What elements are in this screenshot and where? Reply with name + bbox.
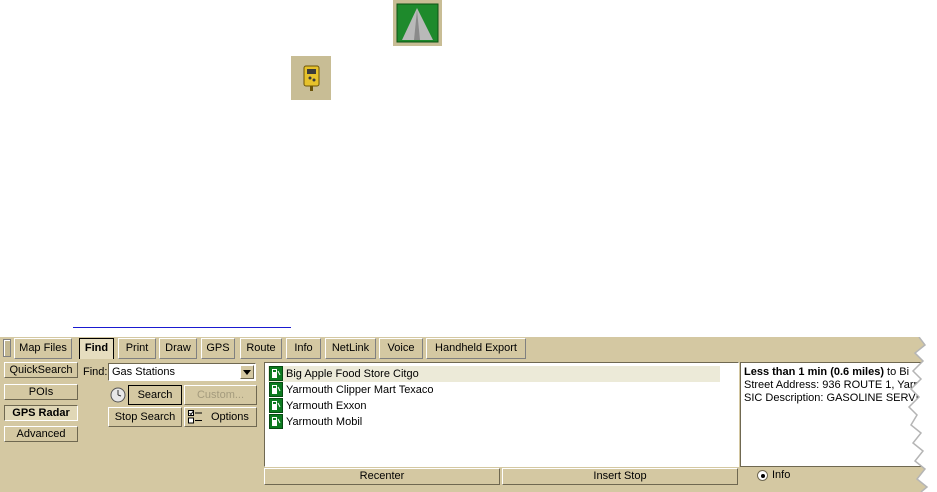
tab-map-files[interactable]: Map Files [14,338,72,359]
info-title-bold: Less than 1 min (0.6 miles) [744,366,884,378]
result-name: Big Apple Food Store Citgo [286,368,419,380]
tab-draw[interactable]: Draw [159,338,197,359]
gas-pump-icon [269,382,283,397]
tab-gps[interactable]: GPS [201,338,235,359]
stop-search-button[interactable]: Stop Search [108,407,182,427]
recenter-button[interactable]: Recenter [264,468,500,485]
torn-edge [907,337,937,492]
options-button[interactable]: Options [184,407,257,427]
panel-grip[interactable] [3,339,11,357]
tab-info[interactable]: Info [286,338,321,359]
pois-button[interactable]: POIs [4,384,78,400]
gas-pump-icon [269,398,283,413]
list-item[interactable]: Yarmouth Mobil [268,414,720,430]
find-label: Find: [83,366,108,378]
list-item[interactable]: Yarmouth Exxon [268,398,720,414]
tab-netlink[interactable]: NetLink [325,338,376,359]
search-button[interactable]: Search [128,385,182,405]
tab-find[interactable]: Find [79,338,114,359]
result-name: Yarmouth Exxon [286,400,367,412]
custom-button[interactable]: Custom... [184,385,257,405]
category-select[interactable]: Gas Stations [108,363,256,381]
result-name: Yarmouth Mobil [286,416,363,428]
list-item[interactable]: Big Apple Food Store Citgo [268,366,720,382]
checklist-icon [188,410,203,424]
advanced-button[interactable]: Advanced [4,426,78,442]
stopwatch-icon[interactable] [109,386,127,404]
insert-stop-button[interactable]: Insert Stop [502,468,738,485]
result-name: Yarmouth Clipper Mart Texaco [286,384,434,396]
gas-pump-icon [269,414,283,429]
info-street: Street Address: 936 ROUTE 1, Yarmo [744,379,929,391]
results-list[interactable]: Big Apple Food Store Citgo Yarmouth Clip… [264,362,739,467]
tab-handheld-export[interactable]: Handheld Export [426,338,526,359]
info-radio-label: Info [772,469,791,481]
gas-pump-icon [269,366,283,381]
quicksearch-button[interactable]: QuickSearch [4,362,78,378]
chevron-down-icon[interactable] [240,365,254,379]
road-icon[interactable] [393,0,442,46]
category-select-value: Gas Stations [112,366,175,378]
info-radio[interactable] [757,470,768,481]
gps-radar-button[interactable]: GPS Radar [4,405,78,421]
gps-receiver-icon[interactable] [291,56,331,100]
tab-print[interactable]: Print [118,338,156,359]
tab-route[interactable]: Route [240,338,282,359]
options-label: Options [211,411,249,423]
info-title: Less than 1 min (0.6 miles) to Bi [744,366,909,378]
link-underline [73,327,291,328]
list-item[interactable]: Yarmouth Clipper Mart Texaco [268,382,720,398]
tab-voice[interactable]: Voice [379,338,423,359]
radio-dot [761,474,765,478]
